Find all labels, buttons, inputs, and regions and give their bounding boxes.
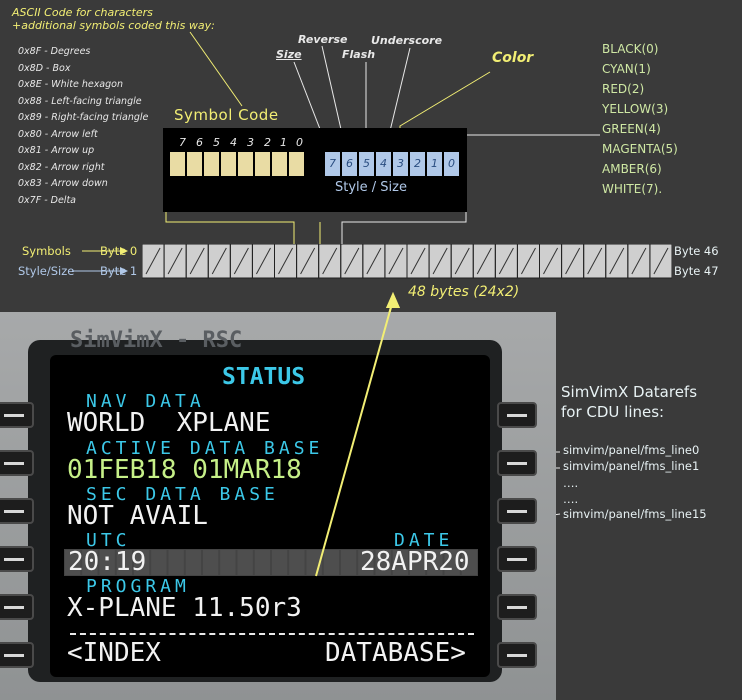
- overlay-arrow: [315, 292, 400, 577]
- arrow-head-icon: [386, 292, 400, 308]
- diagram-stage: ASCII Code for characters +additional sy…: [0, 0, 742, 700]
- cdu-to-bytes-arrow: [315, 299, 394, 577]
